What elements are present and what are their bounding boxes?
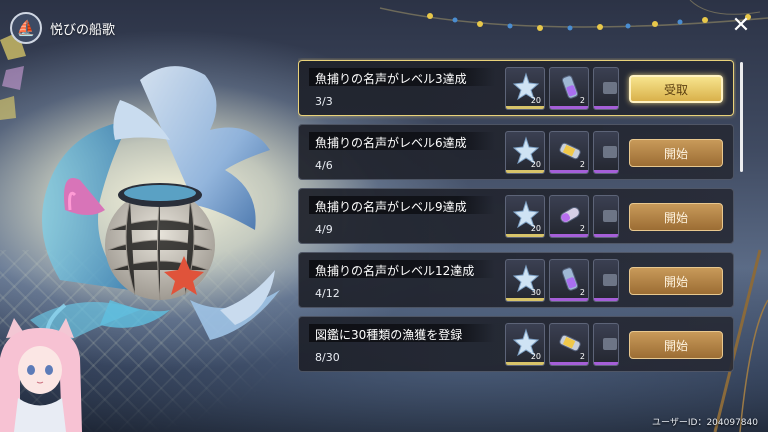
reward-slot[interactable]: 2 (549, 67, 589, 110)
reward-slot[interactable]: 20 (505, 195, 545, 238)
material-icon (603, 274, 617, 286)
quest-progress: 8/30 (315, 351, 340, 364)
quest-title: 魚捕りの名声がレベル12達成 (315, 264, 475, 278)
start-button[interactable]: 開始 (629, 203, 723, 231)
quest-progress: 4/12 (315, 287, 340, 300)
claim-button[interactable]: 受取 (629, 75, 723, 103)
reward-slot[interactable] (593, 67, 619, 110)
reward-slot[interactable] (593, 131, 619, 174)
quest-progress: 3/3 (315, 95, 333, 108)
quest-row: 魚捕りの名声がレベル3達成 3/3 20 2 受取 (298, 60, 734, 116)
quest-list[interactable]: 魚捕りの名声がレベル3達成 3/3 20 2 受取 魚捕りの名声がレベル6達成 … (298, 58, 736, 432)
material-icon (603, 338, 617, 350)
reward-slot[interactable]: 2 (549, 131, 589, 174)
quest-progress: 4/6 (315, 159, 333, 172)
page-title: 悦びの船歌 (50, 22, 116, 38)
quest-progress: 4/9 (315, 223, 333, 236)
start-button[interactable]: 開始 (629, 139, 723, 167)
reward-qty: 30 (530, 288, 541, 297)
streamer-avatar (0, 318, 82, 432)
reward-qty: 20 (530, 96, 541, 105)
quest-title: 魚捕りの名声がレベル9達成 (315, 200, 467, 214)
reward-qty: 20 (530, 160, 541, 169)
reward-qty: 2 (579, 160, 585, 169)
user-id: ユーザーID：204097840 (652, 418, 758, 428)
start-button[interactable]: 開始 (629, 331, 723, 359)
reward-qty: 2 (579, 96, 585, 105)
quest-row: 魚捕りの名声がレベル9達成 4/9 20 2 開始 (298, 188, 734, 244)
close-icon: ✕ (731, 12, 751, 38)
quest-title: 図鑑に30種類の漁獲を登録 (315, 328, 463, 342)
reward-qty: 20 (530, 352, 541, 361)
reward-slot[interactable]: 30 (505, 259, 545, 302)
reward-qty: 20 (530, 224, 541, 233)
list-scrollbar[interactable] (740, 62, 743, 172)
sea-creature-illustration (30, 66, 280, 346)
quest-row: 魚捕りの名声がレベル6達成 4/6 20 2 開始 (298, 124, 734, 180)
event-screen-background: ⛵ 悦びの船歌 ✕ 魚捕りの名声がレベル3達成 3/3 20 2 受取 魚捕りの… (0, 0, 768, 432)
reward-slot[interactable]: 2 (549, 259, 589, 302)
reward-slot[interactable]: 20 (505, 67, 545, 110)
quest-row: 図鑑に30種類の漁獲を登録 8/30 20 2 開始 (298, 316, 734, 372)
material-icon (603, 82, 617, 94)
material-icon (603, 146, 617, 158)
close-button[interactable]: ✕ (728, 12, 754, 38)
reward-slot[interactable]: 20 (505, 323, 545, 366)
material-icon (603, 210, 617, 222)
quest-title: 魚捕りの名声がレベル6達成 (315, 136, 467, 150)
reward-slot[interactable] (593, 323, 619, 366)
page-header: ⛵ 悦びの船歌 (10, 10, 115, 46)
quest-title: 魚捕りの名声がレベル3達成 (315, 72, 467, 86)
boat-emblem-icon: ⛵ (10, 12, 42, 44)
quest-row: 魚捕りの名声がレベル12達成 4/12 30 2 開始 (298, 252, 734, 308)
reward-qty: 2 (579, 288, 585, 297)
start-button[interactable]: 開始 (629, 267, 723, 295)
reward-slot[interactable]: 20 (505, 131, 545, 174)
reward-slot[interactable]: 2 (549, 323, 589, 366)
reward-qty: 2 (579, 352, 585, 361)
reward-slot[interactable] (593, 195, 619, 238)
reward-slot[interactable] (593, 259, 619, 302)
reward-slot[interactable]: 2 (549, 195, 589, 238)
reward-qty: 2 (579, 224, 585, 233)
